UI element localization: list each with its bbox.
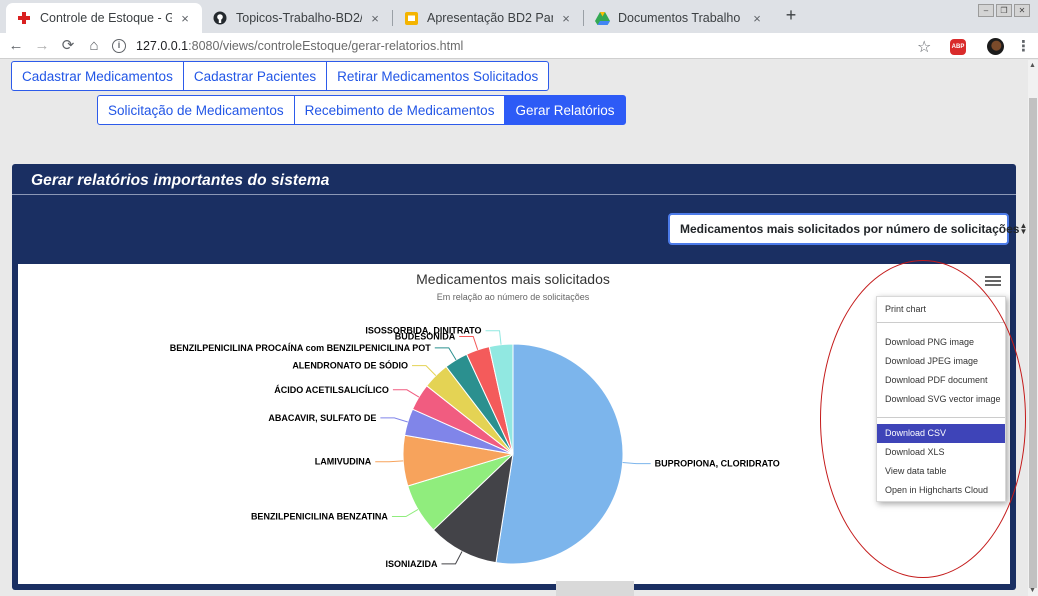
chart-subtitle: Em relação ao número de solicitações (437, 292, 590, 302)
menu-view-data-table[interactable]: View data table (877, 462, 1005, 481)
menu-separator (877, 322, 1005, 323)
pie-label-3: LAMIVUDINA (315, 457, 372, 467)
menu-download-pdf[interactable]: Download PDF document (877, 371, 1005, 390)
pie-label-9: ISOSSORBIDA, DINITRATO (365, 326, 481, 336)
pie-label-6: ALENDRONATO DE SÓDIO (292, 360, 408, 371)
close-icon[interactable]: × (750, 11, 764, 26)
pie-slice-0[interactable] (495, 343, 624, 565)
info-icon[interactable]: i (112, 39, 126, 53)
url-host: 127.0.0.1 (136, 39, 189, 53)
menu-download-png[interactable]: Download PNG image (877, 333, 1005, 352)
pie-connector-7 (434, 347, 457, 361)
menu-download-xls[interactable]: Download XLS (877, 443, 1005, 462)
browser-toolbar: ← → ⟳ ⌂ i 127.0.0.1:8080/views/controleE… (0, 33, 1038, 59)
nav-cadastrar-pacientes[interactable]: Cadastrar Pacientes (182, 61, 328, 91)
pie-chart-svg: Medicamentos mais solicitados Em relação… (170, 271, 780, 569)
close-icon[interactable]: × (368, 11, 382, 26)
hamburger-line (985, 276, 1001, 278)
more-menu-icon[interactable]: ⋮ (1016, 37, 1031, 55)
github-icon (212, 10, 228, 26)
tab-title: Documentos Trabalho PO (618, 11, 744, 25)
back-arrow-icon[interactable]: ← (6, 36, 26, 56)
panel-divider (12, 194, 1016, 195)
bookmark-star-icon[interactable]: ☆ (917, 37, 931, 57)
tab-title: Apresentação BD2 Part 3 (427, 11, 553, 25)
menu-print-chart[interactable]: Print chart (877, 300, 1005, 319)
page-footer-chip (556, 581, 634, 596)
close-window-icon[interactable]: ✕ (1014, 4, 1030, 17)
menu-open-highcharts-cloud[interactable]: Open in Highcharts Cloud (877, 481, 1005, 500)
menu-separator (877, 417, 1005, 418)
pie-connector-3 (375, 460, 404, 463)
adblock-icon[interactable]: ABP (950, 39, 966, 55)
menu-download-csv[interactable]: Download CSV (877, 424, 1005, 443)
red-cross-icon (16, 10, 32, 26)
minimize-icon[interactable]: – (978, 4, 994, 17)
tab-controle-estoque[interactable]: Controle de Estoque - Ger × (6, 3, 202, 33)
chart-export-menu: Print chart Download PNG image Download … (876, 296, 1006, 502)
scroll-down-icon[interactable]: ▼ (1029, 587, 1036, 594)
panel-title: Gerar relatórios importantes do sistema (31, 172, 330, 189)
close-icon[interactable]: × (559, 11, 573, 26)
nav-retirar-medicamentos[interactable]: Retirar Medicamentos Solicitados (326, 61, 550, 91)
nav-group-secondary: Solicitação de Medicamentos Recebimento … (97, 95, 626, 125)
nav-cadastrar-medicamentos[interactable]: Cadastrar Medicamentos (11, 61, 184, 91)
drive-icon (594, 10, 610, 26)
restore-icon[interactable]: ❐ (996, 4, 1012, 17)
new-tab-button[interactable]: + (780, 5, 802, 26)
pie-label-1: ISONIAZIDA (385, 559, 438, 569)
home-icon[interactable]: ⌂ (84, 36, 104, 56)
profile-avatar[interactable] (987, 38, 1004, 55)
pie-connector-6 (412, 365, 437, 376)
pie-connector-8 (459, 336, 479, 350)
pie-label-4: ABACAVIR, SULFATO DE (268, 413, 376, 423)
report-panel: Gerar relatórios importantes do sistema … (12, 164, 1027, 590)
reload-icon[interactable]: ⟳ (58, 36, 78, 56)
browser-tab-strip: Controle de Estoque - Ger × Topicos-Trab… (0, 0, 1038, 33)
pie-label-7: BENZILPENICILINA PROCAÍNA com BENZILPENI… (170, 343, 432, 353)
pie-connector-2 (391, 509, 419, 518)
report-select-value: Medicamentos mais solicitados por número… (680, 222, 1020, 236)
scroll-up-icon[interactable]: ▲ (1029, 62, 1036, 69)
pie-label-5: ÁCIDO ACETILSALICÍLICO (274, 385, 389, 395)
select-arrows-icon: ▲ ▼ (1019, 221, 1028, 236)
pie-label-2: BENZILPENICILINA BENZATINA (251, 512, 388, 522)
nav-gerar-relatorios[interactable]: Gerar Relatórios (504, 95, 626, 125)
tab-apresentacao-bd2[interactable]: Apresentação BD2 Part 3 × (393, 3, 583, 33)
tab-topicos-trabalho[interactable]: Topicos-Trabalho-BD2/RE × (202, 3, 392, 33)
slides-icon (403, 10, 419, 26)
nav-solicitacao-medicamentos[interactable]: Solicitação de Medicamentos (97, 95, 295, 125)
pie-chart: Medicamentos mais solicitados Em relação… (18, 264, 1010, 584)
menu-download-svg[interactable]: Download SVG vector image (877, 390, 1005, 409)
nav-recebimento-medicamentos[interactable]: Recebimento de Medicamentos (293, 95, 506, 125)
chart-title: Medicamentos mais solicitados (416, 271, 610, 287)
pie-connector-0 (622, 462, 651, 465)
tab-title: Topicos-Trabalho-BD2/RE (236, 11, 362, 25)
menu-download-jpeg[interactable]: Download JPEG image (877, 352, 1005, 371)
report-type-select[interactable]: Medicamentos mais solicitados por número… (668, 213, 1027, 245)
url-path: :8080/views/controleEstoque/gerar-relato… (188, 39, 464, 53)
forward-arrow-icon[interactable]: → (32, 36, 52, 56)
pie-connector-5 (392, 389, 420, 398)
close-icon[interactable]: × (178, 11, 192, 26)
pie-connector-1 (441, 551, 463, 565)
page-scrollbar[interactable]: ▲ ▼ (1028, 60, 1038, 596)
nav-group-primary: Cadastrar Medicamentos Cadastrar Pacient… (11, 61, 550, 91)
pie-label-0: BUPROPIONA, CLORIDRATO (655, 459, 780, 469)
address-bar[interactable]: i 127.0.0.1:8080/views/controleEstoque/g… (112, 35, 942, 57)
pie-connector-4 (380, 417, 408, 423)
window-controls: – ❐ ✕ (978, 4, 1030, 17)
tab-title: Controle de Estoque - Ger (40, 11, 172, 25)
page-viewport: Cadastrar Medicamentos Cadastrar Pacient… (0, 60, 1028, 596)
hamburger-line (985, 284, 1001, 286)
chart-export-menu-button[interactable] (984, 274, 1002, 290)
pie-connector-9 (485, 330, 502, 345)
tab-documentos-trabalho[interactable]: Documentos Trabalho PO × (584, 3, 774, 33)
hamburger-line (985, 280, 1001, 282)
scrollbar-thumb[interactable] (1029, 98, 1037, 588)
